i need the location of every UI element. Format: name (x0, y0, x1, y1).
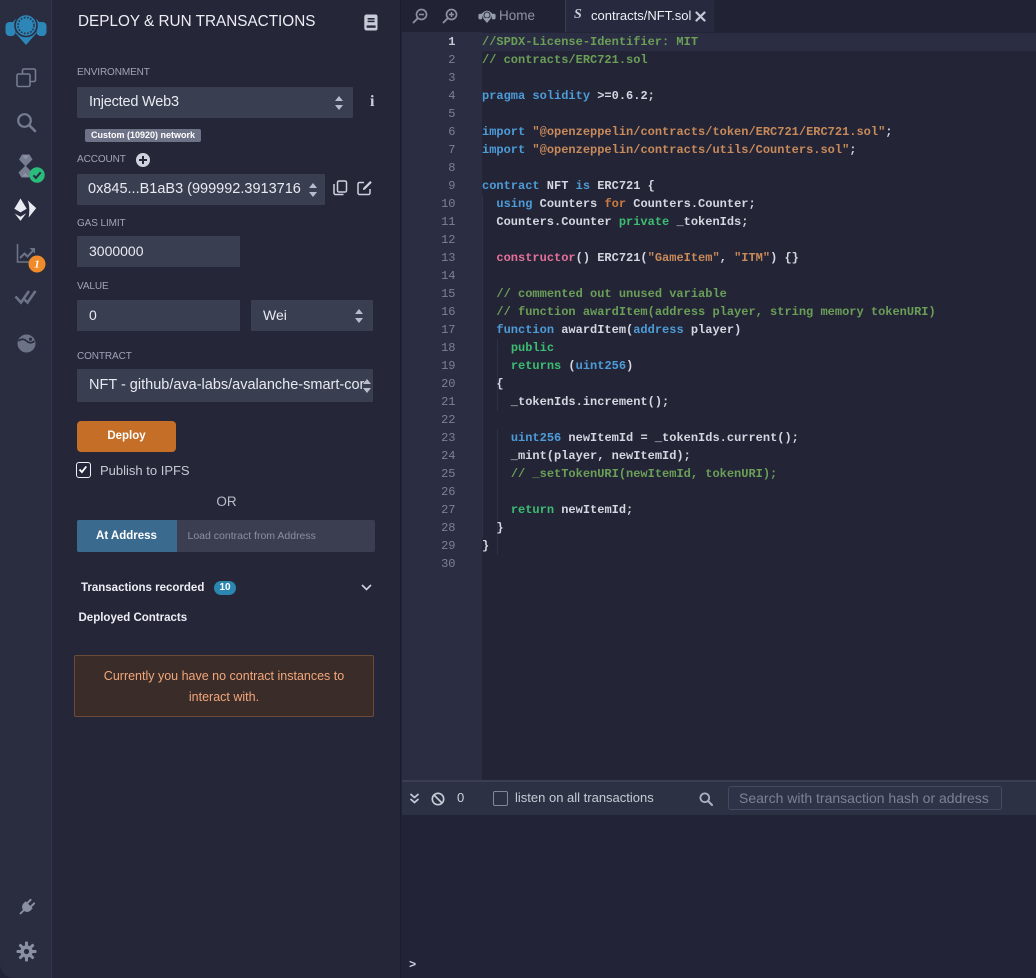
svg-text:1: 1 (34, 259, 40, 271)
